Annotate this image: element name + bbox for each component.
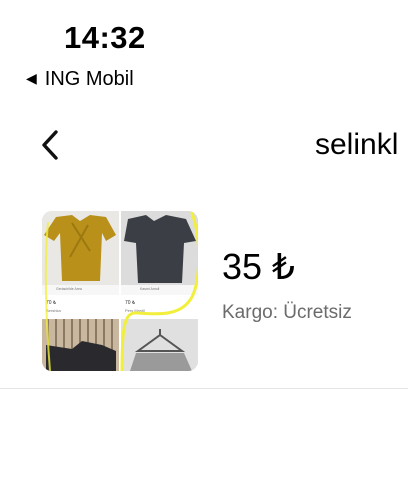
tile-left-price: 70 ₺: [46, 300, 57, 306]
tile-left-brand: Bershka: [46, 308, 61, 313]
tile-left-label: Gerlachlide Area: [56, 287, 82, 291]
divider: [0, 388, 408, 389]
product-thumbnail[interactable]: 70 ₺ Bershka 70 ₺ Pers Mastil Gerlachlid…: [42, 211, 198, 371]
tile-right-price: 70 ₺: [125, 300, 136, 306]
back-app-label: ING Mobil: [44, 68, 134, 90]
chevron-left-icon: [42, 130, 58, 160]
status-time: 14:32: [64, 20, 146, 55]
back-to-app-button[interactable]: ◀ ING Mobil: [26, 68, 134, 91]
product-collage-image: 70 ₺ Bershka 70 ₺ Pers Mastil Gerlachlid…: [42, 211, 198, 371]
triangle-left-icon: ◀: [26, 70, 37, 86]
tile-right-label: Kasmi Amoll: [140, 287, 159, 291]
back-button[interactable]: [36, 126, 66, 166]
page-title: selinkl: [315, 128, 399, 161]
product-price: 35 ₺: [222, 246, 295, 287]
shipping-info: Kargo: Ücretsiz: [222, 302, 352, 323]
